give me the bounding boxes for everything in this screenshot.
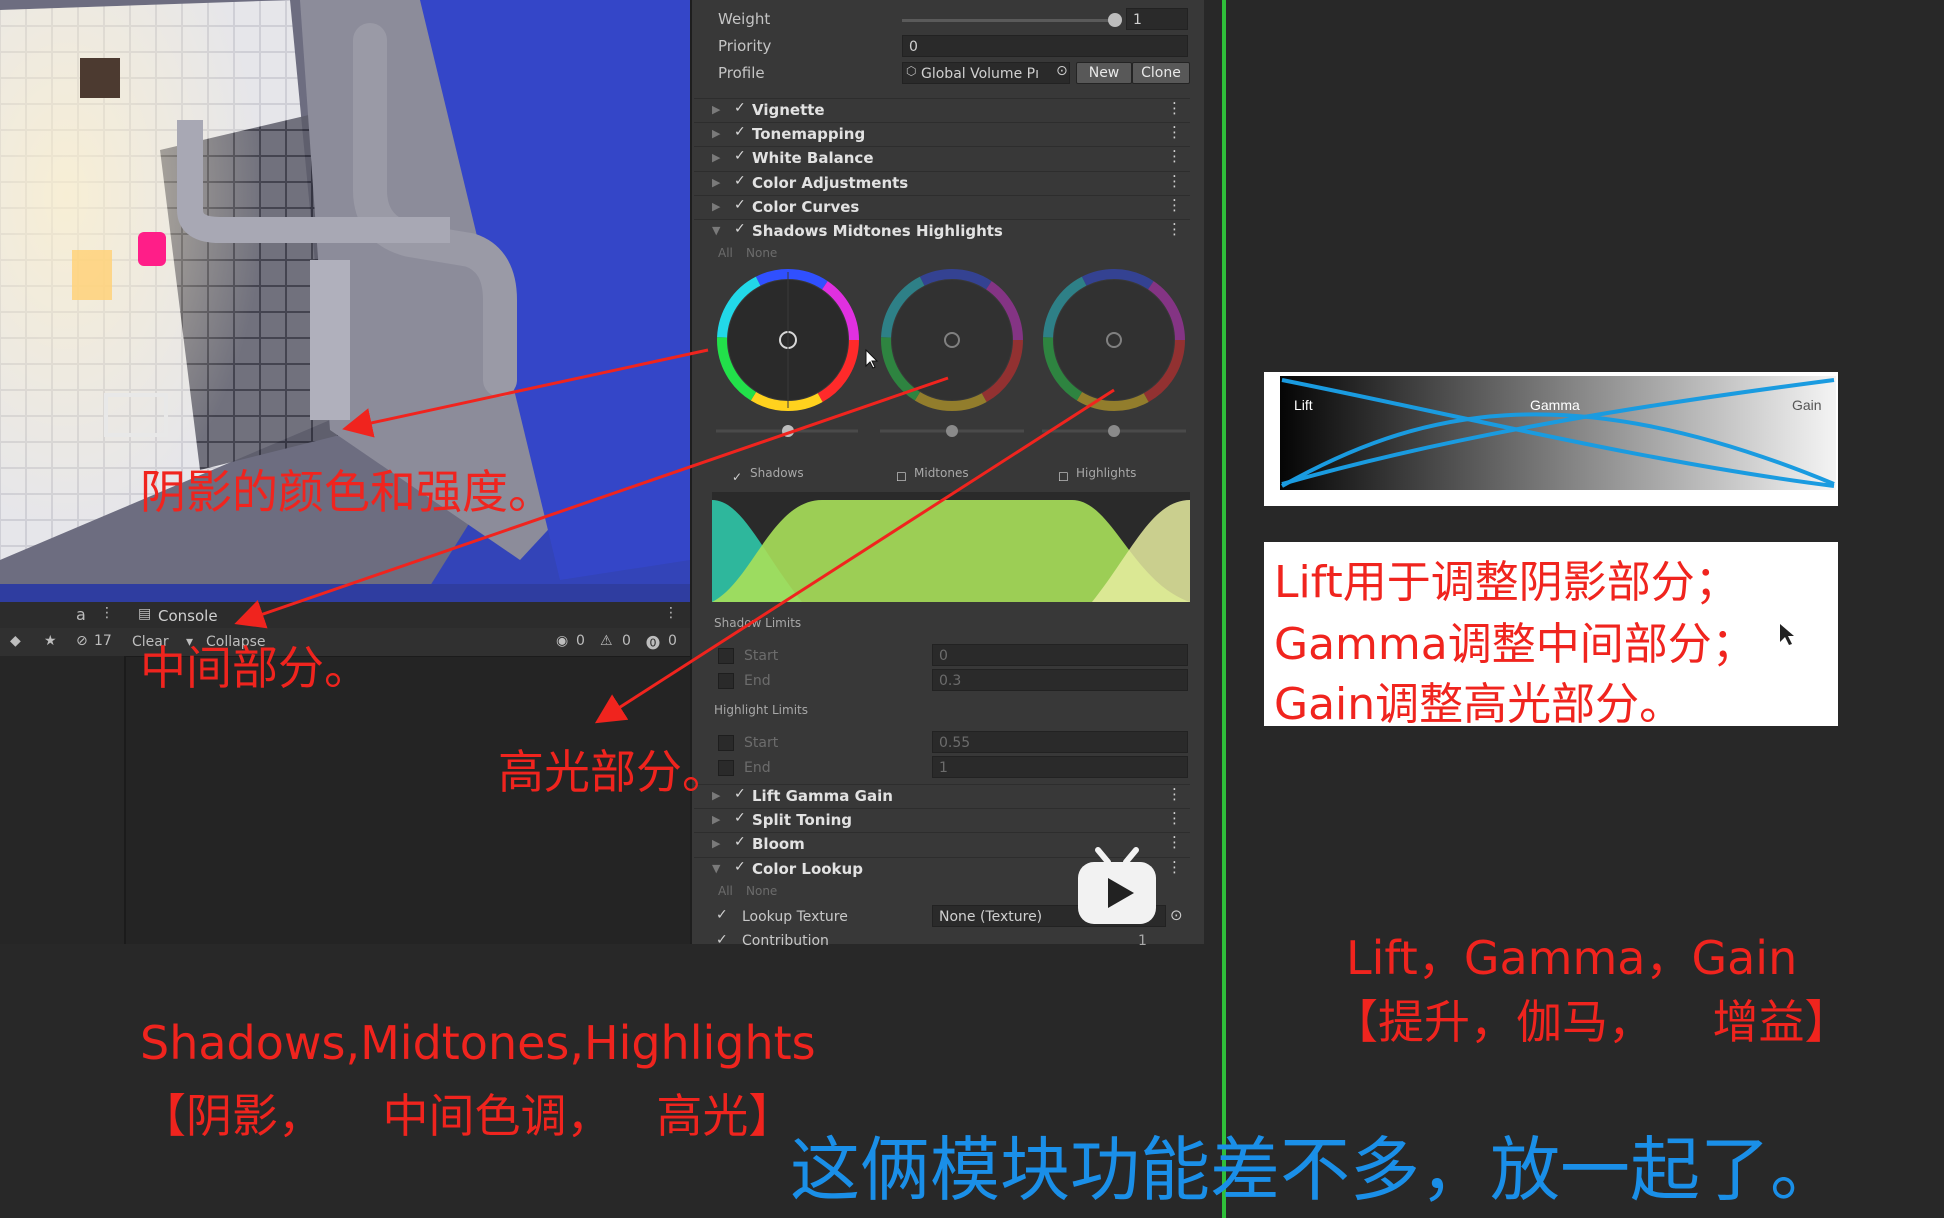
smh-cn: 【阴影， 中间色调， 高光】 [140,1089,795,1143]
gain-label: Gain [1792,397,1822,413]
subtitle: 这俩模块功能差不多，放一起了。 [790,1129,1840,1211]
smh-title: Shadows,Midtones,Highlights [140,1016,816,1070]
high-note: 高光部分。 [498,745,728,799]
lgg-line3: Gain调整高光部分。 [1274,679,1684,730]
lgg-title: Lift，Gamma，Gain [1346,931,1798,985]
lgg-line2: Gamma调整中间部分； [1274,619,1756,670]
lift-label: Lift [1294,397,1313,413]
lgg-notes-box: Lift用于调整阴影部分； Gamma调整中间部分； Gain调整高光部分。 [1264,542,1838,730]
mid-note: 中间部分。 [140,641,370,695]
green-divider [1222,0,1226,1218]
lgg-graph: Lift Gamma Gain [1280,376,1836,490]
lgg-cn: 【提升，伽马， 增益】 [1332,995,1851,1049]
lgg-line1: Lift用于调整阴影部分； [1274,557,1739,608]
lgg-graph-panel: Lift Gamma Gain [1264,372,1838,506]
shadow-note: 阴影的颜色和强度。 [140,465,554,519]
gamma-label: Gamma [1530,397,1580,413]
shadow-arrow [342,348,709,438]
highlight-arrow [594,388,1115,724]
mouse-cursor-icon-2 [1780,624,1794,645]
